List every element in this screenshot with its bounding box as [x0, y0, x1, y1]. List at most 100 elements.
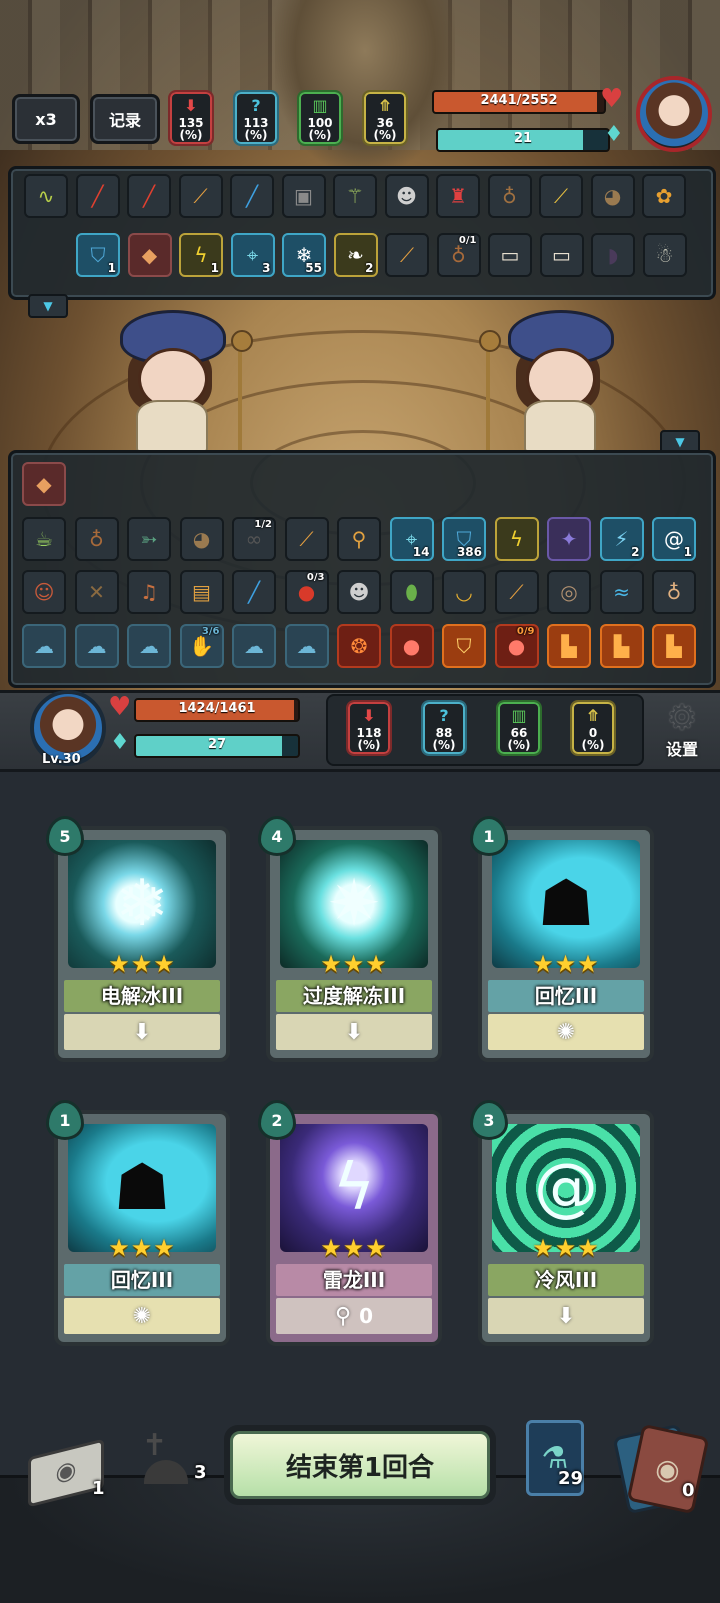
speed-button[interactable]: x3: [12, 94, 80, 144]
card-effect: ⚲ 0: [276, 1298, 432, 1334]
item-slot[interactable]: ⟋: [385, 233, 429, 277]
item-slot[interactable]: ✕: [74, 570, 119, 614]
item-slot[interactable]: ∞ 1/2: [232, 517, 276, 561]
skill-card[interactable]: ϟ ★★★ 雷龙III ⚲ 0 2: [258, 1100, 442, 1346]
item-slot[interactable]: ☃: [642, 233, 687, 277]
player-character[interactable]: [100, 300, 253, 454]
item-slot[interactable]: ◗: [591, 233, 635, 277]
item-slot[interactable]: ☻: [337, 570, 381, 614]
item-slot[interactable]: ╱: [127, 174, 171, 218]
draw-pile-count: 1: [92, 1478, 105, 1499]
item-slot[interactable]: ☁: [127, 624, 171, 668]
log-button[interactable]: 记录: [90, 94, 160, 144]
skill-card[interactable]: ❄ ★★★ 电解冰III ⬇ 5: [46, 816, 230, 1062]
item-slot[interactable]: ♁: [487, 174, 532, 218]
item-slot[interactable]: ▙: [547, 624, 591, 668]
item-slot[interactable]: ⚚: [333, 174, 377, 218]
item-slot[interactable]: ☁: [22, 624, 66, 668]
item-slot[interactable]: ⛉: [442, 624, 486, 668]
item-slot[interactable]: ● 0/9: [494, 624, 539, 668]
item-slot[interactable]: ▭: [539, 233, 584, 277]
item-slot[interactable]: ♁: [652, 570, 696, 614]
binoculars-icon: ∞: [245, 527, 263, 551]
item-slot[interactable]: ☻: [384, 174, 429, 218]
player-level: Lv.30: [42, 752, 81, 767]
item-slot[interactable]: ♁: [74, 517, 119, 561]
item-slot[interactable]: ✋ 3/6: [179, 624, 224, 668]
skill-card[interactable]: ☗ ★★★ 回忆III ✺ 1: [46, 1100, 230, 1346]
player-stat-attack[interactable]: ⬇ 118 (%): [346, 700, 392, 756]
item-slot[interactable]: ⚡ 2: [599, 517, 644, 561]
item-slot[interactable]: ⚲: [337, 517, 381, 561]
item-slot[interactable]: ♫: [127, 570, 171, 614]
skill-card[interactable]: @ ★★★ 冷风III ⬇ 3: [470, 1100, 654, 1346]
ice-lightning-icon: ❄: [115, 867, 169, 941]
item-slot[interactable]: ● 0/3: [284, 570, 329, 614]
item-slot[interactable]: ⟋: [178, 174, 223, 218]
enemy-avatar[interactable]: [636, 76, 712, 152]
card-art: @: [492, 1124, 640, 1252]
item-slot[interactable]: ●: [389, 624, 434, 668]
item-slot[interactable]: ☁: [284, 624, 329, 668]
item-count: 2: [631, 545, 640, 559]
item-count: 1: [210, 261, 219, 275]
graveyard-pile[interactable]: ✝: [126, 1428, 196, 1488]
item-slot[interactable]: ❂: [337, 624, 381, 668]
player-relic-crystal[interactable]: ◆: [22, 462, 66, 506]
expand-enemy-items-button[interactable]: ▼: [28, 294, 68, 318]
item-slot[interactable]: ⛉ 1: [76, 233, 120, 277]
enemy-stat-speed[interactable]: ⤊ 36 (%): [362, 90, 408, 146]
item-slot[interactable]: ◎: [547, 570, 591, 614]
item-slot[interactable]: ☁: [74, 624, 119, 668]
item-slot[interactable]: ╱: [232, 570, 276, 614]
item-slot[interactable]: ▙: [652, 624, 696, 668]
item-slot[interactable]: ✿: [642, 174, 686, 218]
item-slot[interactable]: ✦: [547, 517, 591, 561]
item-slot[interactable]: ➳: [127, 517, 171, 561]
item-slot[interactable]: ▤: [179, 570, 224, 614]
item-slot[interactable]: ⟋: [284, 517, 329, 561]
item-slot[interactable]: ▭: [488, 233, 532, 277]
item-slot[interactable]: ▣: [281, 174, 326, 218]
enemy-mirror-character[interactable]: [479, 300, 628, 454]
item-slot[interactable]: ╱: [75, 174, 120, 218]
enemy-stat-defense[interactable]: ▥ 100 (%): [297, 90, 343, 146]
item-slot[interactable]: ♜: [436, 174, 480, 218]
item-slot[interactable]: ◡: [442, 570, 486, 614]
player-stat-defense[interactable]: ▥ 66 (%): [496, 700, 542, 756]
item-slot[interactable]: ⬮: [389, 570, 434, 614]
item-slot[interactable]: ⛉ 386: [442, 517, 486, 561]
item-slot[interactable]: ∿: [24, 174, 68, 218]
enemy-stat-unknown[interactable]: ? 113 (%): [233, 90, 279, 146]
item-slot[interactable]: ◆: [127, 233, 172, 277]
skill-card[interactable]: ✷ ★★★ 过度解冻III ⬇ 4: [258, 816, 442, 1062]
item-slot[interactable]: ⟋: [494, 570, 539, 614]
item-slot[interactable]: ◕: [179, 517, 224, 561]
wave-icon: ≈: [613, 580, 630, 604]
end-turn-button[interactable]: 结束第1回合: [224, 1425, 496, 1505]
item-slot[interactable]: ❧ 2: [333, 233, 378, 277]
item-slot[interactable]: ▙: [599, 624, 644, 668]
item-slot[interactable]: ❄ 55: [282, 233, 326, 277]
item-slot[interactable]: ♁ 0/1: [436, 233, 481, 277]
memory-icon: ☗: [113, 1151, 171, 1225]
item-slot[interactable]: ⌖ 3: [230, 233, 275, 277]
item-slot[interactable]: ϟ1: [179, 233, 223, 277]
enemy-stat-attack[interactable]: ⬇ 135 (%): [168, 90, 214, 146]
item-slot[interactable]: ⟋: [539, 174, 583, 218]
item-slot[interactable]: @1: [652, 517, 696, 561]
settings-button[interactable]: ⚙ 设置: [652, 700, 712, 764]
mana-cost-badge: 2: [258, 1100, 296, 1140]
player-stat-unknown[interactable]: ? 88 (%): [421, 700, 467, 756]
skill-card[interactable]: ☗ ★★★ 回忆III ✺ 1: [470, 816, 654, 1062]
item-slot[interactable]: ≈: [599, 570, 644, 614]
item-slot[interactable]: ☁: [232, 624, 276, 668]
item-slot[interactable]: ◕: [590, 174, 635, 218]
item-slot[interactable]: ☺: [22, 570, 66, 614]
item-slot[interactable]: ╱: [230, 174, 274, 218]
item-slot[interactable]: ⌖ 14: [389, 517, 434, 561]
item-slot[interactable]: ☕: [22, 517, 66, 561]
card-art: ☗: [68, 1124, 216, 1252]
player-stat-speed[interactable]: ⤊ 0 (%): [570, 700, 616, 756]
item-slot[interactable]: ϟ: [494, 517, 539, 561]
